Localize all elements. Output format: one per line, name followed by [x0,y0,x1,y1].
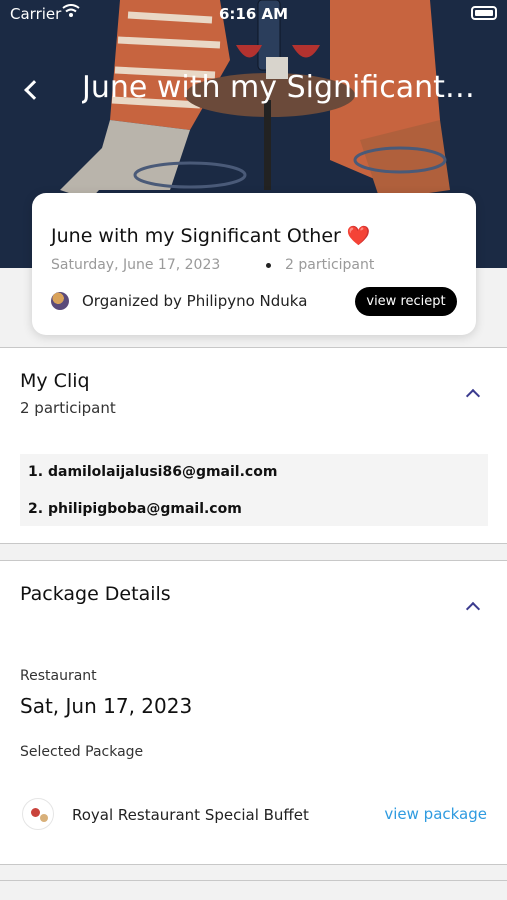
list-number: 2. [28,501,44,517]
package-thumbnail [22,798,54,830]
status-bar: Carrier 6:16 AM [0,0,507,30]
member-email: damilolaijalusi86@gmail.com [48,464,278,480]
cliq-participant-count: 2 participant [20,399,116,417]
selected-package-label: Selected Package [20,744,144,760]
section-title-my-cliq: My Cliq [20,370,90,392]
divider [0,880,507,881]
collapse-chevron-icon[interactable] [462,383,484,405]
member-list: 1. damilolaijalusi86@gmail.com 2. philipig… [20,454,488,526]
section-title-package-details: Package Details [20,583,171,605]
package-details-section: Package Details Restaurant Sat, Jun 17, … [0,560,507,865]
collapse-chevron-icon[interactable] [462,596,484,618]
member-email: philipigboba@gmail.com [48,501,242,517]
restaurant-label: Restaurant [20,668,97,684]
list-item: 1. damilolaijalusi86@gmail.com [28,464,277,480]
clock: 6:16 AM [218,5,289,23]
organizer-label: Organized by Philipyno Nduka [82,292,308,310]
list-number: 1. [28,464,44,480]
list-item: 2. philipigboba@gmail.com [28,501,242,517]
event-date: Saturday, June 17, 2023 [51,257,221,273]
view-receipt-button[interactable]: view reciept [355,287,457,316]
avatar [51,292,69,310]
separator-dot [266,263,271,268]
event-title: June with my Significant Other ❤️ [51,225,371,247]
page-title: June with my Significant Other [82,70,482,105]
package-name: Royal Restaurant Special Buffet [72,806,309,824]
view-package-link[interactable]: view package [384,805,487,823]
my-cliq-section: My Cliq 2 participant 1. damilolaijalusi8… [0,347,507,544]
battery-icon [471,6,497,20]
event-summary-card: June with my Significant Other ❤️ Saturd… [32,193,476,335]
reservation-date: Sat, Jun 17, 2023 [20,694,193,718]
participant-count: 2 participant [285,257,375,273]
back-chevron-icon[interactable] [18,74,46,104]
